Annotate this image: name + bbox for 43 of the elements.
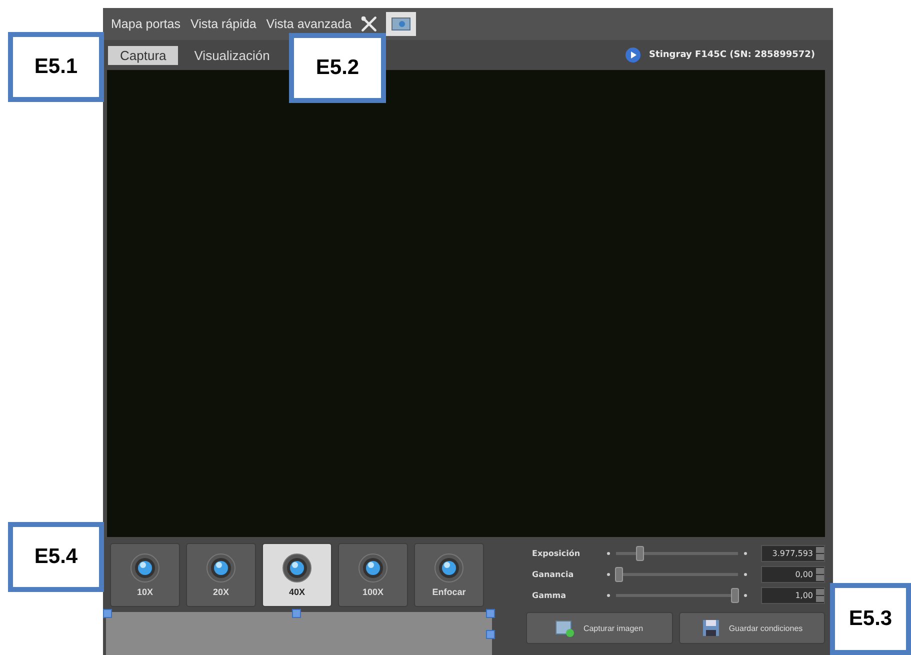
image-icon — [555, 618, 576, 638]
save-button[interactable]: Guardar condiciones — [678, 612, 825, 644]
capture-button[interactable]: Capturar imagen — [526, 612, 672, 644]
value-field[interactable]: 1,00 — [761, 587, 825, 604]
slider[interactable] — [607, 567, 747, 582]
selection-handle[interactable] — [486, 609, 495, 618]
objective-button[interactable]: 100X — [338, 543, 408, 607]
slider[interactable] — [607, 546, 747, 561]
lens-icon — [206, 553, 236, 583]
callout-label: E5.3 — [830, 583, 911, 655]
value-field[interactable]: 0,00 — [761, 566, 825, 583]
control-label: Gamma — [532, 591, 568, 600]
selection-handle[interactable] — [486, 630, 495, 639]
play-icon[interactable] — [625, 47, 642, 63]
objective-button[interactable]: 40X — [262, 543, 332, 607]
control-label: Ganancia — [532, 570, 575, 579]
image-icon — [390, 17, 411, 31]
lens-icon — [282, 553, 312, 583]
slider-thumb[interactable] — [731, 588, 740, 603]
slider-thumb[interactable] — [636, 546, 644, 561]
value-field[interactable]: 3.977,593 — [761, 545, 825, 562]
view-tab[interactable]: Visualización — [182, 46, 282, 64]
lens-icon — [434, 553, 464, 583]
view-tab[interactable]: Captura — [108, 46, 178, 64]
control-label: Exposición — [532, 549, 582, 558]
menu-tab[interactable]: Vista rápida — [186, 14, 260, 34]
image-button[interactable] — [386, 12, 416, 36]
objective-button[interactable]: 10X — [110, 543, 180, 607]
menu-tab[interactable]: Mapa portas — [107, 14, 184, 34]
selection-handle[interactable] — [292, 609, 301, 618]
menu-tab[interactable]: Vista avanzada — [262, 14, 356, 34]
callout-label: E5.4 — [8, 522, 104, 592]
slider[interactable] — [607, 588, 747, 603]
objective-button[interactable]: 20X — [186, 543, 256, 607]
objective-button[interactable]: Enfocar — [414, 543, 484, 607]
tools-icon[interactable] — [360, 15, 378, 33]
selection-handle[interactable] — [103, 609, 112, 618]
callout-label: E5.1 — [8, 32, 104, 102]
device-name: Stingray F145C (SN: 285899572) — [649, 50, 815, 60]
slider-thumb[interactable] — [615, 567, 624, 582]
lens-icon — [358, 553, 388, 583]
lens-icon — [130, 553, 160, 583]
callout-label: E5.2 — [289, 33, 386, 103]
